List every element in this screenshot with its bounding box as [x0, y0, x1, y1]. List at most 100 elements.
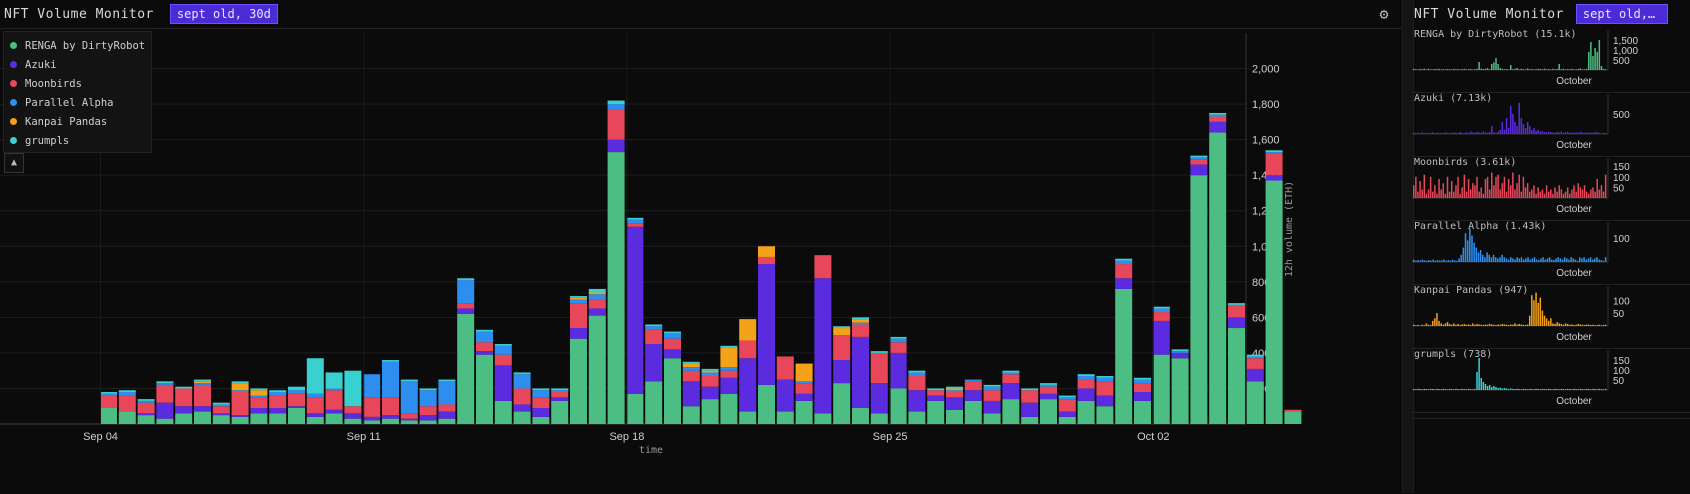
mini-bar [1486, 132, 1489, 134]
mini-bar [1438, 178, 1440, 198]
mini-bar [1476, 132, 1478, 134]
bar-segment [1152, 306, 1170, 309]
mini-bar [1520, 389, 1523, 390]
legend-item[interactable]: RENGA by DirtyRobot [10, 36, 145, 55]
mini-chart-panel[interactable]: 500 October Azuki (7.13k) [1412, 92, 1690, 157]
mini-bar [1516, 388, 1518, 390]
mini-bar [1429, 176, 1432, 198]
mini-bar [1476, 176, 1478, 198]
bar-segment [1190, 155, 1208, 158]
bar-segment [1040, 383, 1057, 385]
bar-segment [1058, 399, 1076, 412]
mini-bar [1531, 389, 1533, 390]
mini-bar [1543, 68, 1546, 70]
mini-bar [1535, 388, 1537, 390]
mini-bar [1544, 259, 1547, 262]
mini-chart-panel[interactable]: 500 1,000 1,500 October RENGA by DirtyRobot … [1412, 28, 1690, 93]
bar-segment [1209, 114, 1227, 117]
mini-bar [1438, 389, 1440, 390]
bar-segment [344, 413, 362, 419]
bar-segment [1002, 374, 1020, 384]
mini-bar [1469, 189, 1472, 198]
bar-segment [776, 379, 794, 412]
bar-segment [250, 397, 268, 409]
bar-segment [551, 397, 569, 401]
bar-segment [194, 411, 211, 424]
mini-bar [1574, 259, 1577, 262]
mini-bar [1478, 62, 1480, 70]
bar-segment [1096, 381, 1114, 396]
bar-segment [269, 408, 287, 414]
bar-segment [438, 379, 456, 382]
mini-bar [1448, 323, 1451, 326]
mini-chart-title: RENGA by DirtyRobot (15.1k) [1414, 29, 1577, 40]
bar-segment [852, 336, 869, 409]
mini-bar [1514, 189, 1516, 198]
right-timeframe-badge[interactable]: sept old,… [1575, 4, 1668, 24]
mini-bar [1482, 382, 1485, 390]
legend-item[interactable]: Kanpai Pandas [10, 112, 145, 131]
mini-bar [1522, 124, 1525, 134]
mini-bar [1602, 68, 1605, 70]
mini-bar [1512, 114, 1514, 134]
mini-bar [1566, 388, 1569, 390]
bar-segment [1228, 317, 1245, 329]
mini-bar [1467, 388, 1470, 390]
mini-bar [1417, 69, 1419, 70]
mini-bar [1453, 68, 1455, 70]
mini-bar [1501, 323, 1504, 326]
bar-segment [1115, 264, 1133, 279]
mini-bar [1528, 388, 1531, 390]
mini-bar [1539, 297, 1542, 326]
mini-bar [1596, 52, 1598, 70]
bar-segment [194, 379, 211, 382]
mini-chart-panel[interactable]: 50 100 150 October Moonbirds (3.61k) [1412, 156, 1690, 221]
bar-segment [889, 352, 907, 389]
mini-bar [1514, 122, 1516, 134]
mini-bar [1425, 389, 1428, 390]
main-chart[interactable]: 2004006008001,0001,2001,4001,6001,8002,0… [0, 29, 1402, 494]
bar-segment [1190, 164, 1208, 176]
mini-chart-panel[interactable]: 50 100 150 October grumpls (738) [1412, 348, 1690, 413]
mini-bar [1539, 131, 1542, 134]
mini-bar [1531, 295, 1533, 326]
legend-item[interactable]: Azuki [10, 55, 145, 74]
mini-bar [1557, 257, 1559, 262]
mini-bar [1563, 257, 1566, 262]
mini-bar [1507, 128, 1510, 134]
bar-segment [1284, 411, 1302, 424]
mini-bar [1462, 247, 1465, 262]
mini-bar [1429, 132, 1432, 134]
bar-segment [438, 411, 456, 419]
bar-segment [1134, 377, 1151, 380]
legend-swatch [10, 137, 17, 144]
legend-item[interactable]: Parallel Alpha [10, 93, 145, 112]
mini-bar [1427, 389, 1430, 390]
legend-item[interactable]: grumpls [10, 131, 145, 150]
bar-segment [795, 383, 813, 394]
bar-segment [870, 351, 888, 353]
mini-chart-panel[interactable]: 50 100 October Kanpai Pandas (947) [1412, 284, 1690, 349]
bar-segment [1209, 112, 1227, 115]
bar-segment [137, 400, 155, 403]
bar-segment [494, 365, 512, 401]
mini-bar [1540, 258, 1542, 262]
mini-bar [1501, 254, 1503, 262]
bar-segment [795, 363, 813, 382]
bar-segment [118, 392, 136, 396]
mini-bar [1524, 69, 1527, 70]
mini-bar [1547, 191, 1550, 198]
mini-bar [1499, 130, 1501, 134]
bar-segment [927, 400, 945, 424]
gear-icon[interactable]: ⚙ [1376, 6, 1392, 22]
mini-bar [1472, 323, 1474, 326]
mini-bar [1419, 325, 1421, 326]
mini-bar [1525, 258, 1527, 262]
bar-segment [457, 278, 475, 281]
mini-bar [1539, 191, 1542, 198]
legend-item[interactable]: Moonbirds [10, 74, 145, 93]
mini-chart-panel[interactable]: 100 October Parallel Alpha (1.43k) [1412, 220, 1690, 285]
mini-bar [1461, 388, 1464, 390]
timeframe-badge[interactable]: sept old, 30d [169, 4, 278, 24]
chevron-up-icon[interactable]: ▲ [4, 153, 24, 173]
